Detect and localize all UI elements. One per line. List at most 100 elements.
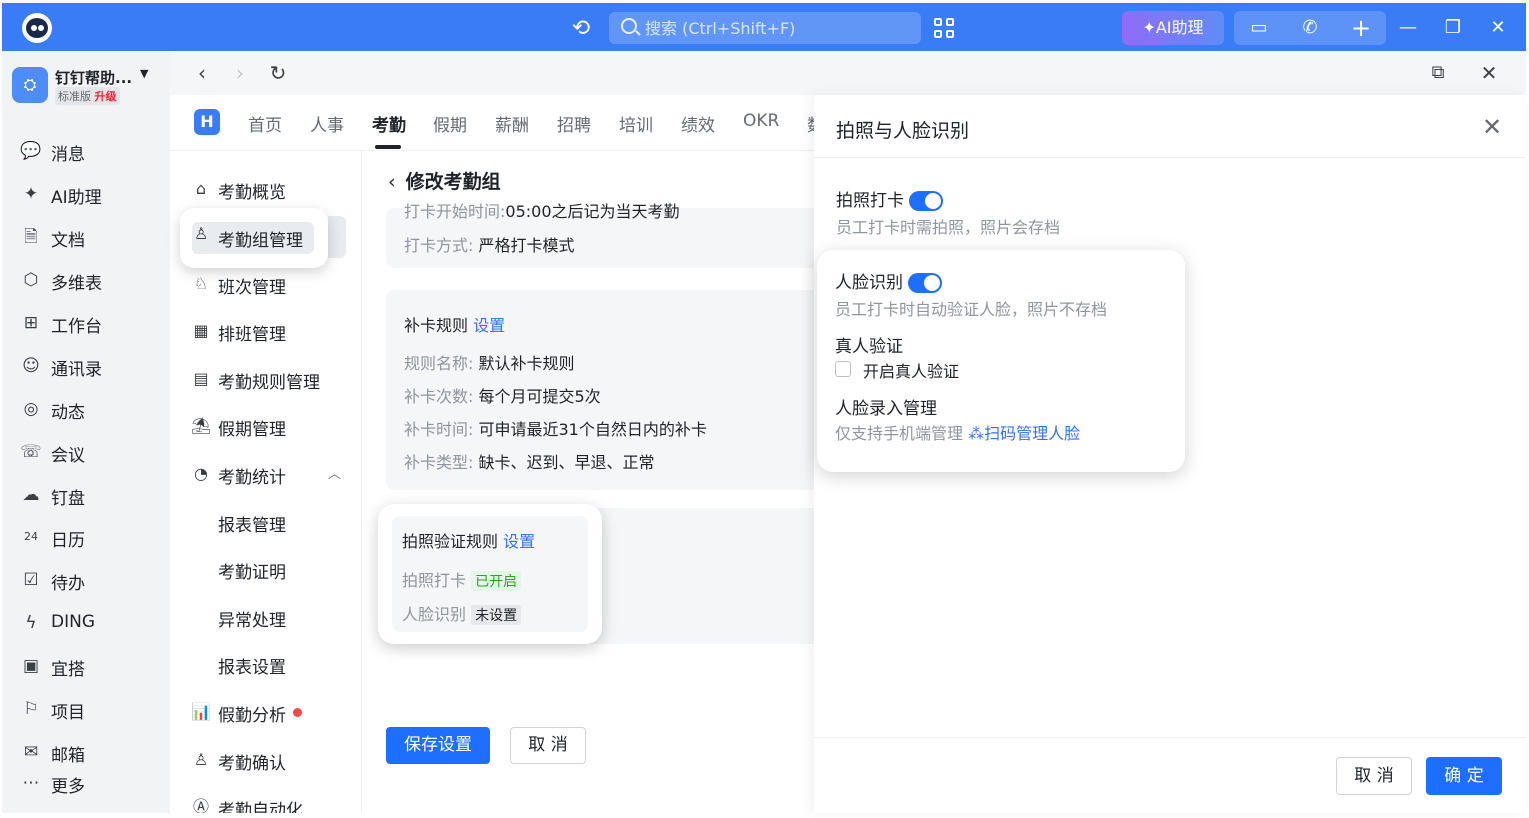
photo-punch-toggle[interactable] [909,191,944,211]
tab-7[interactable]: 绩效 [681,111,715,136]
subnav-item-label: 报表管理 [218,516,286,536]
face-status: 人脸识别 未设置 [402,601,522,625]
message-icon: 💬 [20,141,42,161]
sidebar-item-message[interactable]: 💬 消息 [2,131,170,171]
liveness-checkbox[interactable] [835,361,851,377]
close-icon[interactable]: ✕ [1484,15,1512,41]
tab-6[interactable]: 培训 [619,111,653,136]
subnav-item-6[interactable]: ◔ 考勤统计 ︿ [170,454,361,494]
face-settings-callout: 人脸识别 员工打卡时自动验证人脸，照片不存档 真人验证 开启真人验证 人脸录入管… [817,250,1185,472]
sidebar-item-calendar[interactable]: 24 日历 [2,517,170,557]
subnav-item-13[interactable]: Ⓐ 考勤自动化 [170,787,361,813]
open-external-icon[interactable]: ⧉ [1426,61,1450,85]
sidebar-item-todo[interactable]: ☑ 待办 [2,560,170,600]
sidebar-item-label: 通讯录 [51,360,102,380]
sidebar-item-cloud[interactable]: ☁ 钉盘 [2,475,170,515]
subnav-item-3[interactable]: ▦ 排班管理 [170,311,361,351]
tab-0[interactable]: 首页 [248,111,282,136]
subnav-item-label: 假期管理 [218,420,286,440]
sidebar-item-project[interactable]: ⚐ 项目 [2,689,170,729]
tab-3[interactable]: 假期 [433,111,467,136]
sidebar-item-feed[interactable]: ◎ 动态 [2,389,170,429]
cancel-button[interactable]: 取 消 [510,727,586,764]
caret-down-icon: ▼ [140,67,149,80]
org-avatar: ⛭ [12,67,48,103]
sidebar-item-ai[interactable]: ✦ AI助理 [2,174,170,214]
ai-sparkle-icon: ✦ [1142,18,1156,37]
phone-icon[interactable]: ✆ [1285,11,1335,45]
tab-1[interactable]: 人事 [310,111,344,136]
rule-icon: ▤ [193,369,209,388]
automation-icon: Ⓐ [192,797,209,813]
search-box[interactable] [609,12,921,44]
drawer-cancel-button[interactable]: 取 消 [1336,757,1412,795]
drawer-close-icon[interactable]: ✕ [1482,113,1502,141]
face-setting: 人脸识别 [835,268,943,293]
save-settings-button[interactable]: 保存设置 [386,727,490,764]
notification-dot [293,708,302,717]
sidebar-item-label: 文档 [51,231,85,251]
tab-9[interactable]: 数 [807,111,814,136]
screen-share-icon[interactable]: ▭ [1234,11,1284,45]
liveness-checkbox-label[interactable]: 开启真人验证 [863,358,959,382]
subnav-item-5[interactable]: ⛱ 假期管理 [170,406,361,446]
org-switcher[interactable]: ⛭ 钉钉帮助... ▼ 标准版 升级 [12,67,162,107]
sidebar-item-workbench[interactable]: ⊞ 工作台 [2,303,170,343]
page-title[interactable]: ‹ 修改考勤组 [388,167,501,194]
sidebar-item-label: 消息 [51,145,85,165]
main-content: ‹ 修改考勤组 打卡开始时间:05:00之后记为当天考勤 打卡方式: 严格打卡模式… [362,151,814,813]
back-icon[interactable]: ‹ [190,61,214,85]
subnav-item-10[interactable]: 报表设置 [170,644,361,684]
makeup-rule-row: 规则名称: 默认补卡规则 [404,354,575,373]
upgrade-link[interactable]: 升级 [95,90,117,103]
subnav-active-label[interactable]: 考勤组管理 [218,226,303,251]
history-icon[interactable]: ⟲ [568,16,594,42]
feed-icon: ◎ [23,399,39,419]
status-badge-on: 已开启 [471,571,522,591]
apps-icon[interactable] [934,18,956,40]
sidebar-item-contacts[interactable]: ☺ 通讯录 [2,346,170,386]
tab-5[interactable]: 招聘 [557,111,591,136]
punch-mode-row: 打卡方式: 严格打卡模式 [404,236,575,255]
plus-icon[interactable]: + [1336,11,1386,45]
qr-icon: ⁂ [968,424,985,443]
subnav-item-12[interactable]: ♙ 考勤确认 [170,740,361,780]
face-scan-link[interactable]: ⁂扫码管理人脸 [968,424,1080,443]
sidebar-item-table[interactable]: ⬡ 多维表 [2,260,170,300]
sidebar-item-yida[interactable]: ▣ 宜搭 [2,646,170,686]
search-input[interactable] [645,16,915,40]
subnav-item-7[interactable]: 报表管理 [170,502,361,542]
yida-icon: ▣ [22,656,40,676]
sidebar-item-label: 会议 [51,446,85,466]
drawer-confirm-button[interactable]: 确 定 [1426,757,1502,795]
sidebar-item-ding[interactable]: ϟ DING [2,603,170,643]
subnav-item-2[interactable]: ♘ 班次管理 [170,264,361,304]
face-toggle[interactable] [908,273,943,293]
table-icon: ⬡ [23,270,39,290]
tab-8[interactable]: OKR [743,111,779,131]
tab-2[interactable]: 考勤 [372,111,406,136]
subnav-item-4[interactable]: ▤ 考勤规则管理 [170,359,361,399]
subnav-item-8[interactable]: 考勤证明 [170,549,361,589]
subnav-item-9[interactable]: 异常处理 [170,597,361,637]
makeup-settings-link[interactable]: 设置 [473,316,505,335]
refresh-icon[interactable]: ↻ [266,61,290,85]
calendar-icon: 24 [24,530,38,543]
subnav-item-0[interactable]: ⌂ 考勤概览 [170,169,361,209]
photo-settings-link[interactable]: 设置 [503,532,535,551]
sidebar-item-meeting[interactable]: ☏ 会议 [2,432,170,472]
close-page-icon[interactable]: ✕ [1477,61,1501,85]
chevron-up-icon[interactable]: ︿ [328,463,341,482]
photo-rule-header: 拍照验证规则 设置 [402,532,536,551]
sidebar-item-doc[interactable]: 🗎 文档 [2,217,170,257]
forward-icon[interactable]: › [228,61,252,85]
minimize-icon[interactable]: — [1394,15,1422,41]
subnav-item-label: 班次管理 [218,278,286,298]
subnav-item-11[interactable]: 📊 假勤分析 [170,692,361,732]
ai-assistant-button[interactable]: ✦AI助理 [1122,11,1224,45]
restore-icon[interactable]: ❐ [1439,15,1467,41]
tab-4[interactable]: 薪酬 [495,111,529,136]
sidebar-item-more[interactable]: ⋯ 更多 [2,763,170,803]
subnav-item-label: 考勤证明 [218,563,286,583]
back-arrow-icon[interactable]: ‹ [388,171,396,193]
